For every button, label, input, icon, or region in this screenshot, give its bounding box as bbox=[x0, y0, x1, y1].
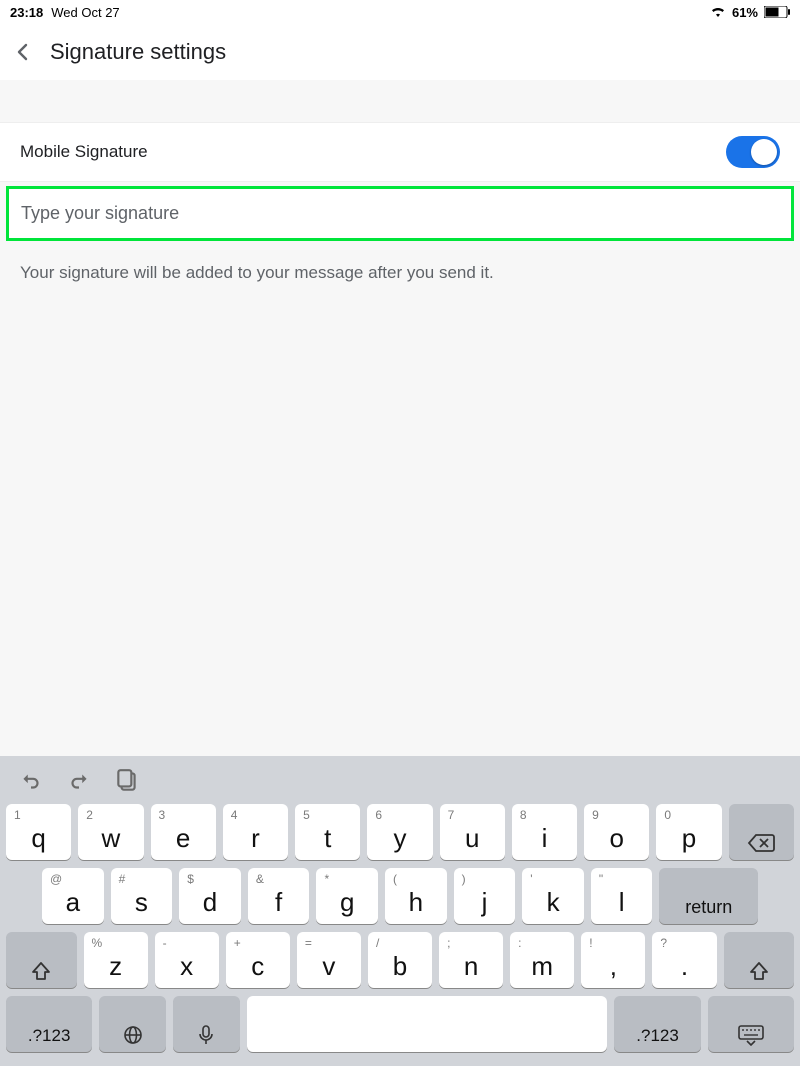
clipboard-icon[interactable] bbox=[114, 768, 140, 794]
key-o[interactable]: 9o bbox=[584, 804, 649, 860]
undo-icon[interactable] bbox=[18, 768, 44, 794]
key-t[interactable]: 5t bbox=[295, 804, 360, 860]
screen: 23:18 Wed Oct 27 61% Signature settings … bbox=[0, 0, 800, 1066]
key-w[interactable]: 2w bbox=[78, 804, 143, 860]
key-b[interactable]: /b bbox=[368, 932, 432, 988]
mobile-signature-row: Mobile Signature bbox=[0, 122, 800, 182]
keyboard-row-2: @a #s $d &f *g (h )j 'k "l return bbox=[6, 868, 794, 924]
key-a[interactable]: @a bbox=[42, 868, 104, 924]
key-space[interactable] bbox=[247, 996, 608, 1052]
status-left: 23:18 Wed Oct 27 bbox=[10, 5, 120, 20]
hide-keyboard-icon bbox=[737, 1024, 765, 1046]
microphone-icon bbox=[196, 1024, 216, 1046]
key-f[interactable]: &f bbox=[248, 868, 310, 924]
back-button[interactable] bbox=[14, 43, 32, 61]
key-j[interactable]: )j bbox=[454, 868, 516, 924]
key-z[interactable]: %z bbox=[84, 932, 148, 988]
key-q[interactable]: 1q bbox=[6, 804, 71, 860]
shift-icon bbox=[748, 960, 770, 982]
key-e[interactable]: 3e bbox=[151, 804, 216, 860]
signature-input[interactable] bbox=[21, 203, 779, 224]
section-gap bbox=[0, 80, 800, 122]
key-m[interactable]: :m bbox=[510, 932, 574, 988]
key-hide-keyboard[interactable] bbox=[708, 996, 794, 1052]
nav-bar: Signature settings bbox=[0, 24, 800, 80]
key-h[interactable]: (h bbox=[385, 868, 447, 924]
key-d[interactable]: $d bbox=[179, 868, 241, 924]
key-symbols-right[interactable]: .?123 bbox=[614, 996, 700, 1052]
content-spacer bbox=[0, 301, 800, 756]
key-period[interactable]: ?. bbox=[652, 932, 716, 988]
wifi-icon bbox=[710, 6, 726, 18]
key-v[interactable]: =v bbox=[297, 932, 361, 988]
mobile-signature-label: Mobile Signature bbox=[20, 142, 148, 162]
key-u[interactable]: 7u bbox=[440, 804, 505, 860]
key-g[interactable]: *g bbox=[316, 868, 378, 924]
key-i[interactable]: 8i bbox=[512, 804, 577, 860]
key-k[interactable]: 'k bbox=[522, 868, 584, 924]
key-shift-left[interactable] bbox=[6, 932, 77, 988]
keyboard-row-4: .?123 .?123 bbox=[6, 996, 794, 1052]
key-comma[interactable]: !, bbox=[581, 932, 645, 988]
status-bar: 23:18 Wed Oct 27 61% bbox=[0, 0, 800, 24]
battery-percent: 61% bbox=[732, 5, 758, 20]
key-backspace[interactable] bbox=[729, 804, 794, 860]
key-symbols-left[interactable]: .?123 bbox=[6, 996, 92, 1052]
key-x[interactable]: -x bbox=[155, 932, 219, 988]
battery-icon bbox=[764, 6, 790, 18]
key-shift-right[interactable] bbox=[724, 932, 795, 988]
keyboard: 1q 2w 3e 4r 5t 6y 7u 8i 9o 0p @a #s $d &… bbox=[0, 756, 800, 1066]
keyboard-row-1: 1q 2w 3e 4r 5t 6y 7u 8i 9o 0p bbox=[6, 804, 794, 860]
key-dictation[interactable] bbox=[173, 996, 240, 1052]
key-globe[interactable] bbox=[99, 996, 166, 1052]
keyboard-toolbar bbox=[0, 764, 800, 804]
keyboard-rows: 1q 2w 3e 4r 5t 6y 7u 8i 9o 0p @a #s $d &… bbox=[0, 804, 800, 1066]
keyboard-row-3: %z -x +c =v /b ;n :m !, ?. bbox=[6, 932, 794, 988]
status-time: 23:18 bbox=[10, 5, 43, 20]
key-n[interactable]: ;n bbox=[439, 932, 503, 988]
signature-input-highlight bbox=[6, 186, 794, 241]
redo-icon[interactable] bbox=[66, 768, 92, 794]
signature-helper-text: Your signature will be added to your mes… bbox=[0, 245, 800, 301]
mobile-signature-toggle[interactable] bbox=[726, 136, 780, 168]
key-y[interactable]: 6y bbox=[367, 804, 432, 860]
key-l[interactable]: "l bbox=[591, 868, 653, 924]
key-return[interactable]: return bbox=[659, 868, 758, 924]
key-r[interactable]: 4r bbox=[223, 804, 288, 860]
key-c[interactable]: +c bbox=[226, 932, 290, 988]
status-date: Wed Oct 27 bbox=[51, 5, 119, 20]
globe-icon bbox=[122, 1024, 144, 1046]
status-right: 61% bbox=[710, 5, 790, 20]
key-s[interactable]: #s bbox=[111, 868, 173, 924]
backspace-icon bbox=[746, 832, 776, 854]
page-title: Signature settings bbox=[50, 39, 226, 65]
key-p[interactable]: 0p bbox=[656, 804, 721, 860]
shift-icon bbox=[30, 960, 52, 982]
